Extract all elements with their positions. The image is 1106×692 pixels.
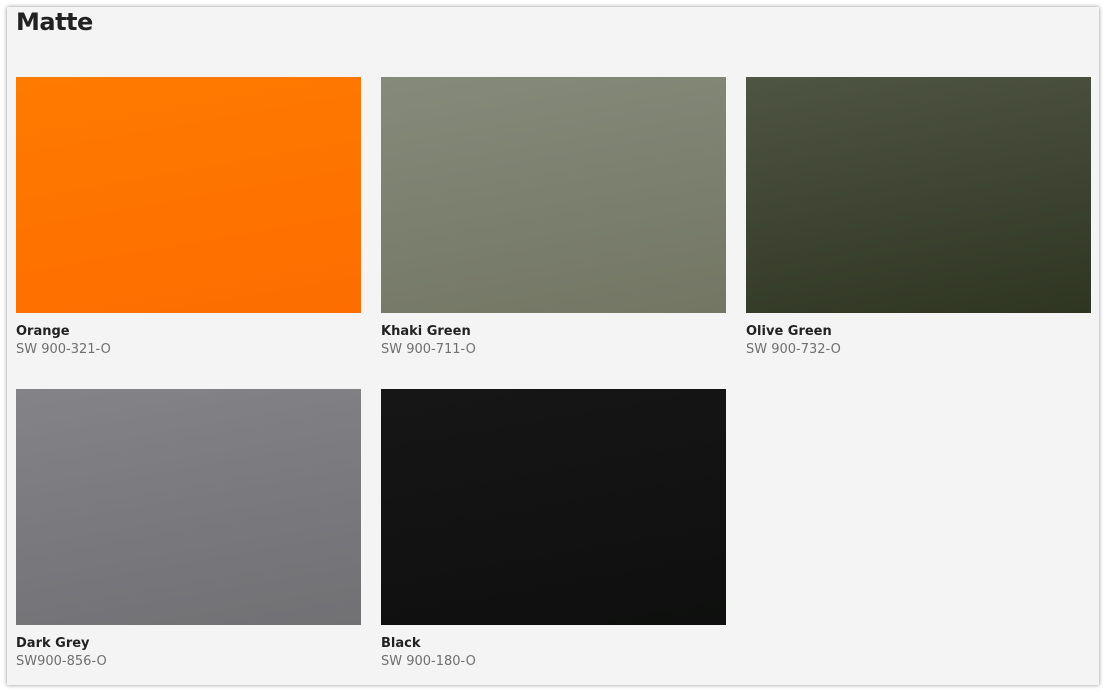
swatch-code: SW 900-321-O	[16, 342, 111, 357]
swatch-code: SW 900-732-O	[746, 342, 841, 357]
swatch-code: SW 900-711-O	[381, 342, 476, 357]
color-swatch[interactable]	[16, 389, 361, 625]
swatch-card-orange[interactable]: Orange SW 900-321-O	[16, 77, 361, 358]
matte-color-panel: Matte Orange SW 900-321-O Khaki Green SW…	[7, 7, 1099, 685]
color-swatch[interactable]	[746, 77, 1091, 313]
swatch-name: Black	[381, 636, 421, 651]
swatch-card-dark-grey[interactable]: Dark Grey SW900-856-O	[16, 389, 361, 670]
section-title: Matte	[16, 8, 93, 36]
swatch-name: Dark Grey	[16, 636, 90, 651]
color-swatch[interactable]	[381, 389, 726, 625]
swatch-code: SW 900-180-O	[381, 654, 476, 669]
swatch-name: Olive Green	[746, 324, 832, 339]
swatch-card-black[interactable]: Black SW 900-180-O	[381, 389, 726, 670]
swatch-card-olive-green[interactable]: Olive Green SW 900-732-O	[746, 77, 1091, 358]
swatch-name: Khaki Green	[381, 324, 471, 339]
swatch-card-khaki-green[interactable]: Khaki Green SW 900-711-O	[381, 77, 726, 358]
swatch-name: Orange	[16, 324, 70, 339]
swatch-code: SW900-856-O	[16, 654, 107, 669]
color-swatch[interactable]	[16, 77, 361, 313]
color-swatch[interactable]	[381, 77, 726, 313]
